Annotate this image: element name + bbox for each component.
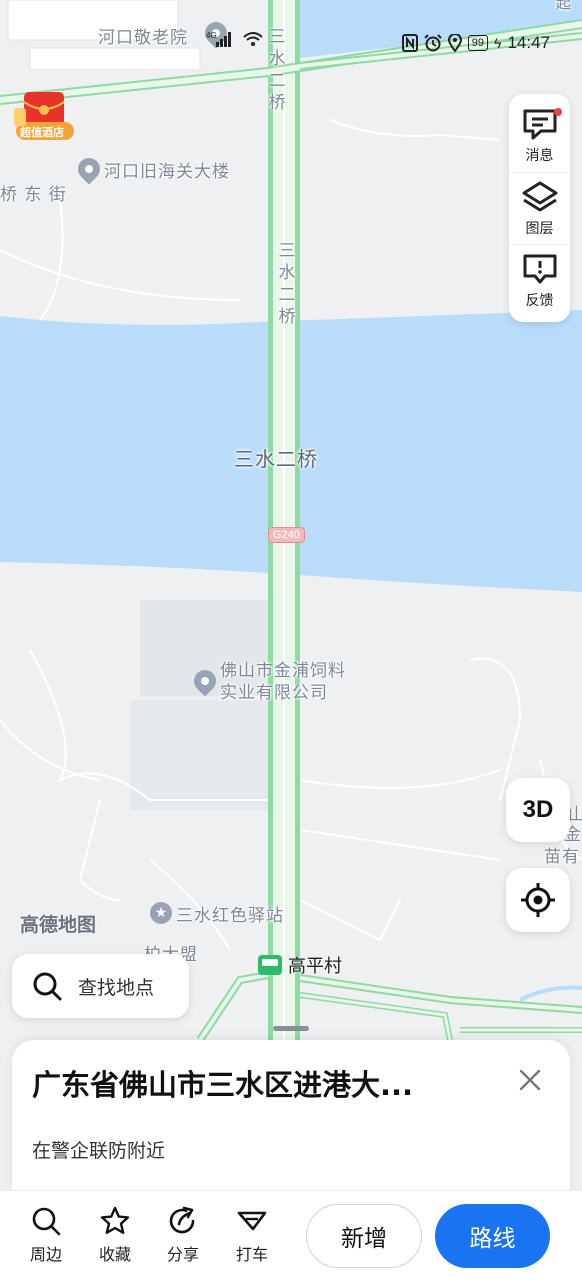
bottom-action-bar: 周边 收藏 分享 打车 新增 路线 bbox=[0, 1190, 582, 1280]
map-label-bridge-river: 三水二桥 bbox=[234, 447, 318, 471]
hotel-deal-badge[interactable]: 超值酒店 bbox=[14, 92, 76, 150]
close-icon[interactable] bbox=[516, 1066, 544, 1094]
unread-dot bbox=[554, 108, 562, 116]
bus-stop-name: 高平村 bbox=[288, 956, 342, 977]
alarm-icon bbox=[424, 34, 442, 52]
amap-logo: 高德地图 bbox=[20, 914, 97, 936]
nearby-button[interactable]: 周边 bbox=[18, 1205, 74, 1265]
star-poi-icon: ★ bbox=[150, 902, 172, 924]
taxi-icon bbox=[237, 1211, 267, 1231]
map-label-partial-right-3: 苗有 bbox=[544, 847, 580, 867]
svg-text:4G: 4G bbox=[206, 31, 217, 40]
feedback-button[interactable]: 反馈 bbox=[509, 244, 570, 316]
map-label-red-post[interactable]: 三水红色驿站 bbox=[176, 901, 284, 926]
messages-button[interactable]: 消息 bbox=[509, 100, 570, 172]
hotel-badge-label: 超值酒店 bbox=[20, 126, 64, 139]
search-places-button[interactable]: 查找地点 bbox=[12, 954, 189, 1018]
map-side-panel: 消息 图层 反馈 bbox=[509, 94, 570, 322]
map-label-bridge-vertical-mid: 三水二桥 bbox=[278, 241, 296, 327]
star-icon bbox=[100, 1206, 130, 1234]
place-subtitle: 在警企联防附近 bbox=[32, 1140, 166, 1162]
sheet-drag-handle[interactable] bbox=[273, 1026, 309, 1031]
cellular-signal-icon: 4G bbox=[206, 31, 231, 47]
three-d-toggle-button[interactable]: 3D bbox=[506, 778, 570, 842]
crosshair-icon bbox=[521, 883, 555, 917]
add-new-button[interactable]: 新增 bbox=[306, 1204, 422, 1268]
map-label-corner-partial: 起 bbox=[556, 0, 573, 12]
bus-stop-icon bbox=[258, 955, 282, 975]
search-placeholder: 查找地点 bbox=[78, 976, 155, 999]
layers-icon bbox=[522, 181, 557, 211]
taxi-label: 打车 bbox=[235, 1245, 268, 1264]
feed-company-line1: 佛山市金浦饲料 bbox=[220, 661, 346, 681]
status-left-icons: 4G bbox=[206, 30, 264, 48]
favorite-label: 收藏 bbox=[98, 1245, 131, 1264]
status-time: 14:47 bbox=[507, 33, 550, 52]
nearby-label: 周边 bbox=[29, 1245, 62, 1264]
share-label: 分享 bbox=[166, 1245, 199, 1264]
wifi-icon bbox=[243, 32, 263, 46]
share-icon bbox=[169, 1206, 195, 1234]
search-icon bbox=[33, 972, 62, 1001]
share-button[interactable]: 分享 bbox=[155, 1205, 211, 1265]
bus-stop-marker[interactable]: 高平村 bbox=[258, 952, 342, 978]
feedback-label: 反馈 bbox=[525, 292, 554, 309]
message-icon bbox=[523, 109, 556, 140]
red-envelope-icon bbox=[14, 92, 74, 140]
route-button[interactable]: 路线 bbox=[435, 1204, 550, 1268]
layers-label: 图层 bbox=[525, 220, 554, 237]
place-title: 广东省佛山市三水区进港大... bbox=[32, 1068, 414, 1102]
battery-level: 99 bbox=[467, 35, 489, 51]
map-label-hekou-nursing-home: 河口敬老院 bbox=[98, 28, 188, 48]
map-label-bridge-vertical-top: 三水二桥 bbox=[268, 27, 286, 113]
nfc-icon bbox=[401, 34, 418, 52]
locate-me-button[interactable] bbox=[506, 868, 570, 932]
feed-company-line2: 实业有限公司 bbox=[220, 683, 328, 703]
road-number-badge: G240 bbox=[268, 527, 305, 543]
map-label-bridge-east-street: 桥 东 街 bbox=[0, 185, 67, 205]
charging-icon: ϟ bbox=[494, 35, 502, 51]
feedback-icon bbox=[523, 254, 556, 283]
map-label-feed-company[interactable]: 佛山市金浦饲料 实业有限公司 bbox=[220, 660, 346, 704]
layers-button[interactable]: 图层 bbox=[509, 172, 570, 244]
search-icon bbox=[32, 1207, 61, 1236]
location-status-icon bbox=[447, 34, 462, 52]
map-label-hekou-old-customs[interactable]: 河口旧海关大楼 bbox=[104, 157, 230, 182]
taxi-button[interactable]: 打车 bbox=[224, 1205, 280, 1265]
favorite-button[interactable]: 收藏 bbox=[87, 1205, 143, 1265]
status-bar-right: 99 ϟ 14:47 bbox=[401, 33, 550, 53]
messages-label: 消息 bbox=[525, 148, 554, 164]
